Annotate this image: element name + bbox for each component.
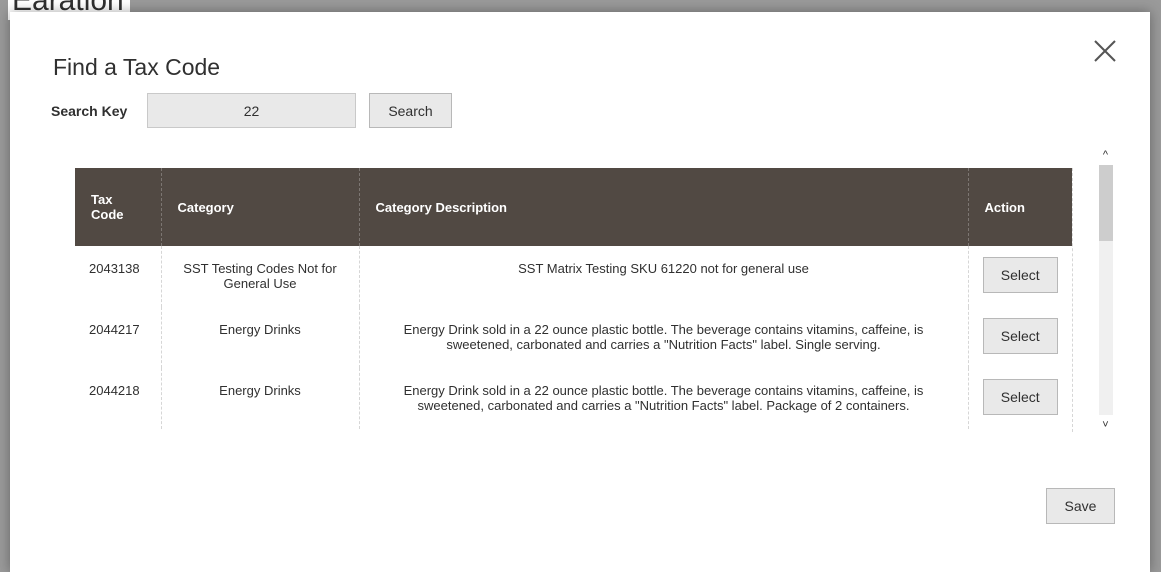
select-button[interactable]: Select: [982, 379, 1058, 415]
search-row: Search Key Search: [51, 92, 452, 129]
table-header-row: Tax Code Category Category Description A…: [75, 168, 1072, 246]
cell-category: SST Testing Codes Not for General Use: [160, 246, 359, 307]
header-action: Action: [967, 168, 1072, 246]
tax-code-table: Tax Code Category Category Description A…: [75, 168, 1072, 429]
cell-description: Energy Drink sold in a 22 ounce plastic …: [358, 307, 968, 368]
table-scrollbar[interactable]: ^ ˅: [1097, 148, 1114, 432]
header-category: Category: [160, 168, 359, 246]
select-button[interactable]: Select: [982, 257, 1058, 293]
cell-tax-code: 2043138: [89, 261, 140, 276]
header-category-description: Category Description: [358, 168, 968, 246]
cell-category: Energy Drinks: [160, 307, 359, 368]
save-button[interactable]: Save: [1046, 488, 1115, 524]
search-button[interactable]: Search: [369, 93, 452, 128]
cell-action: Select: [967, 246, 1072, 307]
table-row: 2043138 SST Testing Codes Not for Genera…: [75, 246, 1072, 307]
cell-tax-code: 2044217: [89, 322, 140, 337]
select-button[interactable]: Select: [982, 318, 1058, 354]
scrollbar-thumb[interactable]: [1099, 165, 1113, 241]
header-tax-code: Tax Code: [75, 168, 161, 246]
cell-action: Select: [967, 368, 1072, 429]
cell-description: Energy Drink sold in a 22 ounce plastic …: [358, 368, 968, 429]
chevron-down-icon[interactable]: ˅: [1097, 418, 1114, 432]
table-row: 2044218 Energy Drinks Energy Drink sold …: [75, 368, 1072, 429]
cell-category: Energy Drinks: [160, 368, 359, 429]
tax-code-table-container[interactable]: Tax Code Category Category Description A…: [75, 168, 1073, 432]
find-tax-code-modal: Find a Tax Code Search Key Search Tax Co…: [10, 12, 1150, 572]
modal-title: Find a Tax Code: [53, 54, 221, 80]
search-key-label: Search Key: [51, 102, 128, 119]
cell-tax-code: 2044218: [89, 383, 140, 398]
cell-action: Select: [967, 307, 1072, 368]
chevron-up-icon[interactable]: ^: [1097, 148, 1114, 162]
search-key-input[interactable]: [147, 93, 356, 128]
scrollbar-track[interactable]: [1099, 165, 1113, 415]
cell-description: SST Matrix Testing SKU 61220 not for gen…: [358, 246, 968, 307]
close-icon[interactable]: [1092, 38, 1118, 64]
table-row: 2044217 Energy Drinks Energy Drink sold …: [75, 307, 1072, 368]
